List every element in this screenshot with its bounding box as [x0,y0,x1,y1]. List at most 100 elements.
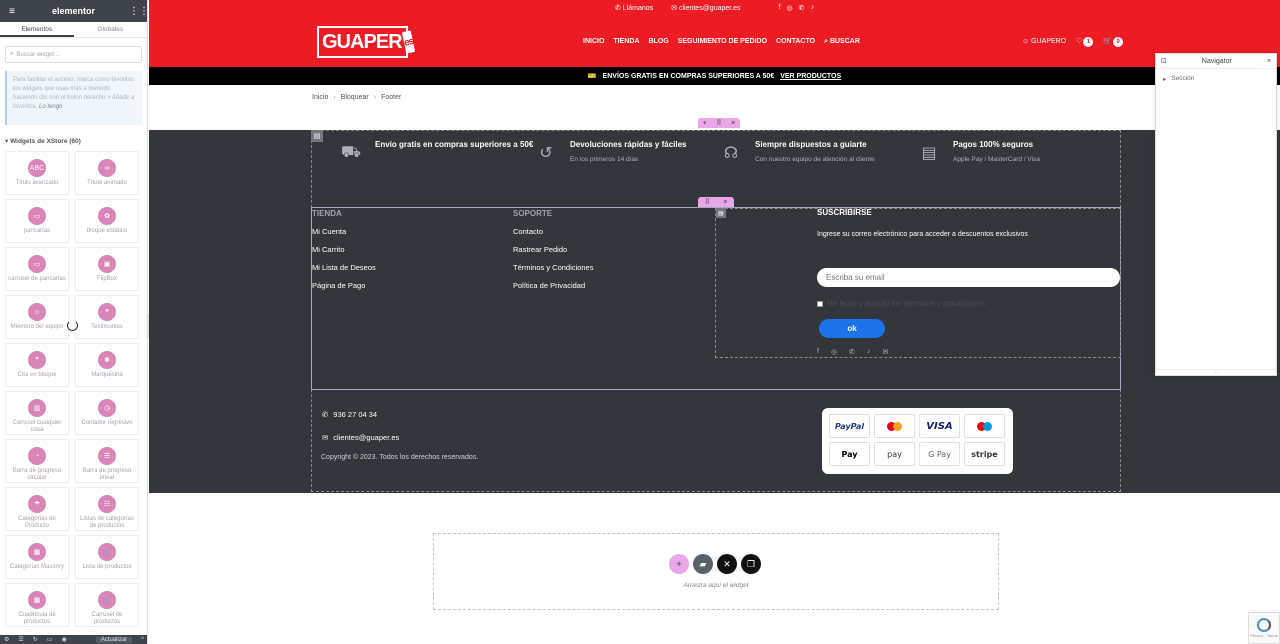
xstore-button[interactable]: ✕ [717,554,737,574]
breadcrumb-item[interactable]: Inicio [312,94,328,101]
copyright: Copyright © 2023. Todos los derechos res… [321,454,479,461]
facebook-icon[interactable]: f [779,4,781,12]
promo-link[interactable]: VER PRODUCTOS [780,73,841,80]
preview-eye-icon[interactable]: ◉ [61,636,66,643]
layers-icon[interactable]: ☰ [18,636,23,643]
topbar-phone[interactable]: ✆ Llámanos [615,4,653,12]
footer-link[interactable]: Términos y Condiciones [513,263,593,272]
footer-link[interactable]: Página de Pago [312,281,376,290]
static-block-icon: ✿ [98,207,116,225]
close-icon[interactable]: × [731,120,735,127]
footer-link[interactable]: Rastrear Pedido [513,245,593,254]
widget-tile[interactable]: ▦ Cuadrícula de productos [5,583,69,627]
nav-buscar[interactable]: ⌕ BUSCAR [824,38,860,46]
widget-tile[interactable]: 🛒 Lista de productos [75,535,139,579]
site-logo[interactable]: GUAPER es [317,26,415,58]
nav-blog[interactable]: BLOG [648,38,668,45]
history-icon[interactable]: ↻ [33,636,38,643]
widget-tile[interactable]: ❝ Testimonios [75,295,139,339]
mail-icon[interactable]: ✉ [882,348,888,356]
chevron-up-icon[interactable]: ^ [141,637,144,643]
instagram-icon[interactable]: ◎ [787,4,793,12]
widget-dropzone[interactable]: + ▰ ✕ ❐ Arrastra aquí el widget [433,533,999,610]
recaptcha-badge[interactable]: Privacy · Terms [1248,612,1280,644]
add-icon[interactable]: + [703,120,707,127]
nav-inicio[interactable]: INICIO [583,38,604,45]
widget-search-input[interactable]: ⌕ Buscar widget... [5,46,142,63]
dropzone-text: Arrastra aquí el widget [683,582,749,589]
widget-tile[interactable]: ▭ carrusel de pancartas [5,247,69,291]
widget-label: Testimonios [91,324,123,330]
widget-tile[interactable]: ✺ Marquesina [75,343,139,387]
section-edit-handle[interactable]: ▤ [311,130,323,142]
close-icon[interactable]: × [723,199,727,206]
feature-item: ▤ Pagos 100% seguros Apple Pay / MasterCar… [914,140,1104,163]
widget-tile[interactable]: ☺ Miembro del equipo [5,295,69,339]
footer-link[interactable]: Mi Cuenta [312,227,376,236]
widget-tile[interactable]: ▥ Carrusel cualquier cosa [5,391,69,435]
nav-tienda[interactable]: TIENDA [613,38,639,45]
update-button[interactable]: Actualizar [95,636,133,643]
tab-globals[interactable]: Globales [74,22,148,37]
widget-tile[interactable]: ❞ Cita en bloque [5,343,69,387]
any-carousel-icon: ▥ [28,399,46,417]
footer-link[interactable]: Mi Carrito [312,245,376,254]
nav-seguimiento[interactable]: SEGUIMIENTO DE PEDIDO [678,38,767,45]
widget-tile[interactable]: ◷ Contador regresivo [75,391,139,435]
grid-apps-icon[interactable]: ⋮⋮ [129,6,147,17]
nav-contacto[interactable]: CONTACTO [776,38,815,45]
account-link[interactable]: ☺ GUAPERO [1022,38,1066,45]
widget-tile[interactable]: ▭ pancartas [5,199,69,243]
navigator-resize-handle[interactable]: ⋯ [1156,369,1276,375]
cart-link[interactable]: 🛒 0 [1103,36,1124,47]
column-edit-handle[interactable]: ▤ [716,208,726,218]
drag-handle-icon[interactable]: ⠿ [705,198,710,206]
blockquote-icon: ❞ [28,351,46,369]
widget-label: Cuadrícula de productos [18,612,56,625]
expand-all-icon[interactable]: ⊡ [1161,57,1167,65]
widget-tile[interactable]: 🛒 Carrusel de productos [75,583,139,627]
terms-checkbox[interactable] [817,300,823,307]
widget-tile[interactable]: ∞ Título animado [75,151,139,195]
hamburger-menu-icon[interactable]: ≡ [6,6,18,17]
widget-tile[interactable]: ABC Título avanzado [5,151,69,195]
subscribe-button[interactable]: ok [819,319,885,338]
footer-email[interactable]: ✉ clientes@guaper.es [322,433,399,442]
footer-link[interactable]: Mi Lista de Deseos [312,263,376,272]
navigator-item-section[interactable]: ▸ Sección [1156,69,1276,89]
responsive-icon[interactable]: ▭ [47,636,53,643]
widget-tile[interactable]: ✿ bloque estático [75,199,139,243]
settings-icon[interactable]: ⚙ [4,636,9,643]
tip-dismiss-link[interactable]: Lo tengo [39,104,62,110]
terms-checkbox-row[interactable]: He leído y acepto los términos y condici… [817,299,985,308]
footer-phone[interactable]: ✆ 936 27 04 34 [322,410,377,419]
widget-tile[interactable]: ☂ Categorías de Producto [5,487,69,531]
tab-elements[interactable]: Elementos [0,22,74,37]
product-grid-icon: ▦ [28,591,46,609]
wishlist-link[interactable]: ♡ 1 [1076,36,1094,47]
widget-tile[interactable]: ▦ Categorías Masonry [5,535,69,579]
close-icon[interactable]: × [1267,58,1271,65]
instagram-icon[interactable]: ◎ [831,348,837,356]
add-section-button[interactable]: + [669,554,689,574]
widget-label: Lista de productos [82,564,132,570]
copy-icon[interactable]: ❐ [741,554,761,574]
widget-tile[interactable]: ◔ Barra de progreso circular [5,439,69,483]
facebook-icon[interactable]: f [817,348,819,356]
tiktok-icon[interactable]: ♪ [811,4,815,12]
subscribe-email-input[interactable]: Escriba su email [817,268,1120,287]
whatsapp-icon[interactable]: ✆ [849,348,855,356]
breadcrumb-item[interactable]: Bloquear [341,94,369,101]
topbar-email[interactable]: ✉ clientes@guaper.es [671,4,740,12]
template-library-button[interactable]: ▰ [693,554,713,574]
drag-handle-icon[interactable]: ⠿ [716,119,721,127]
banner-icon: ▭ [28,207,46,225]
widget-tile[interactable]: ▣ FlipBox [75,247,139,291]
widget-tile[interactable]: ☷ Listas de categorías de productos [75,487,139,531]
widget-category-header[interactable]: ▾ Widgets de XStore (60) [5,137,142,145]
tiktok-icon[interactable]: ♪ [867,348,871,356]
footer-link[interactable]: Contacto [513,227,593,236]
widget-tile[interactable]: ☰ Barra de progreso lineal [75,439,139,483]
whatsapp-icon[interactable]: ✆ [799,4,805,12]
footer-link[interactable]: Política de Privacidad [513,281,593,290]
